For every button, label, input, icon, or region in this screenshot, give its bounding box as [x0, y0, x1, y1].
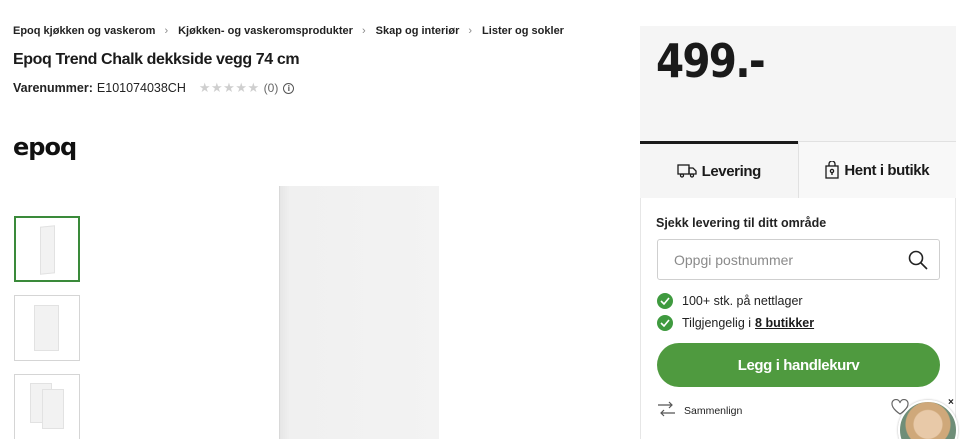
- compare-icon: [657, 401, 676, 420]
- tab-store-pickup[interactable]: Hent i butikk: [797, 141, 956, 198]
- stock-online-text: 100+ stk. på nettlager: [682, 294, 803, 308]
- info-icon[interactable]: i: [283, 82, 295, 94]
- chevron-right-icon: ›: [361, 25, 366, 37]
- tab-delivery[interactable]: Levering: [640, 141, 798, 198]
- purchase-panel: 499.- Levering Hent i butikk Sjekk lever…: [640, 26, 956, 439]
- product-meta: Varenummer: E101074038CH ★★★★★ (0) i: [13, 80, 295, 96]
- compare-label: Sammenlign: [684, 404, 743, 417]
- thumbnail-1[interactable]: [14, 216, 80, 282]
- check-circle-icon: [657, 293, 673, 309]
- stock-online-line: 100+ stk. på nettlager: [657, 293, 803, 309]
- product-main-image[interactable]: [279, 186, 439, 439]
- add-to-cart-button[interactable]: Legg i handlekurv: [657, 343, 940, 387]
- price: 499.-: [656, 34, 766, 88]
- thumbnail-2[interactable]: [14, 295, 80, 361]
- sku-value: E101074038CH: [96, 81, 186, 95]
- sku-label: Varenummer:: [13, 81, 93, 95]
- postal-code-input[interactable]: [658, 240, 898, 279]
- check-delivery-label: Sjekk levering til ditt område: [656, 216, 827, 230]
- rating-count[interactable]: (0): [264, 81, 279, 95]
- breadcrumb-item-products[interactable]: Kjøkken- og vaskeromsprodukter: [178, 25, 353, 37]
- store-availability-text: Tilgjengelig i: [682, 316, 752, 330]
- store-bag-icon: [825, 161, 839, 179]
- truck-icon: [676, 164, 697, 178]
- breadcrumb-item-mouldings[interactable]: Lister og sokler: [482, 25, 564, 37]
- chevron-right-icon: ›: [468, 25, 473, 37]
- check-circle-icon: [657, 315, 673, 331]
- thumbnail-list: [14, 216, 80, 439]
- thumbnail-3[interactable]: [14, 374, 80, 439]
- product-title: Epoq Trend Chalk dekkside vegg 74 cm: [13, 51, 300, 68]
- close-icon[interactable]: ×: [948, 397, 954, 408]
- delivery-tabs: Levering Hent i butikk: [640, 141, 956, 198]
- breadcrumb: Epoq kjøkken og vaskerom › Kjøkken- og v…: [13, 25, 564, 37]
- brand-logo: epoq: [13, 133, 77, 161]
- postal-code-field: [657, 239, 940, 280]
- tab-delivery-label: Levering: [701, 162, 762, 180]
- breadcrumb-item-cabinets[interactable]: Skap og interiør: [376, 25, 460, 37]
- chevron-right-icon: ›: [164, 25, 169, 37]
- search-icon[interactable]: [907, 249, 929, 271]
- rating-stars[interactable]: ★★★★★: [199, 80, 260, 96]
- compare-toggle[interactable]: Sammenlign: [657, 401, 742, 420]
- store-count-link[interactable]: 8 butikker: [755, 316, 814, 330]
- breadcrumb-item-kitchen[interactable]: Epoq kjøkken og vaskerom: [13, 25, 155, 37]
- tab-store-pickup-label: Hent i butikk: [844, 161, 930, 179]
- delivery-panel: Sjekk levering til ditt område 100+ stk.…: [640, 198, 956, 439]
- store-availability-line: Tilgjengelig i 8 butikker: [657, 315, 814, 331]
